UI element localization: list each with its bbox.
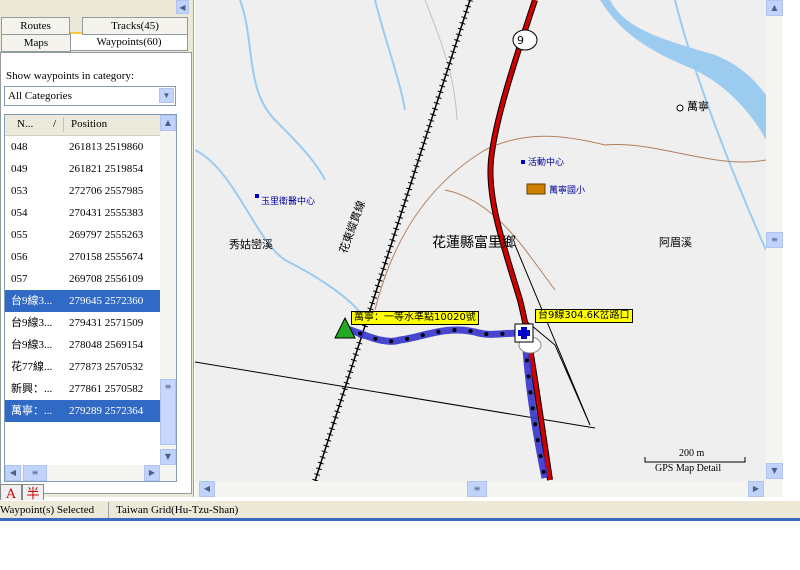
waypoint-name: 056	[11, 251, 28, 263]
category-select[interactable]: All Categories ▼	[4, 86, 176, 106]
poi-yuli-center[interactable]: 玉里衛醫中心	[261, 194, 315, 207]
table-row[interactable]: 花77線... 277873 2570532	[5, 356, 160, 378]
scroll-thumb[interactable]: ≡	[766, 232, 783, 248]
scroll-up-icon[interactable]: ▲	[160, 115, 176, 131]
map-view[interactable]: 9 萬寧 花蓮縣富里鄉 秀姑巒溪 阿眉溪 花東縱貫線 活動中心 萬寧國小 玉里衛…	[195, 0, 766, 481]
column-header-name[interactable]: N...	[17, 118, 33, 130]
contour-line	[424, 0, 458, 121]
waypoint-name: 054	[11, 207, 28, 219]
waypoint-name: 萬寧：...	[11, 405, 53, 417]
waypoint-position: 277873 2570532	[69, 361, 144, 373]
waypoint-position: 261813 2519860	[69, 141, 144, 153]
poi-dot-icon	[255, 194, 259, 198]
table-row[interactable]: 049 261821 2519854	[5, 158, 160, 180]
waypoint-position: 270431 2555383	[69, 207, 144, 219]
list-header: N... / Position	[5, 115, 160, 136]
scroll-up-icon[interactable]: ▲	[766, 0, 783, 16]
waypoint-name: 台9線3...	[11, 339, 53, 351]
waypoint-position: 279431 2571509	[69, 317, 144, 329]
town-dot-icon	[676, 104, 684, 112]
waypoint-name: 台9線3...	[11, 317, 53, 329]
hscroll-thumb[interactable]: ≡	[23, 465, 47, 481]
scroll-down-icon[interactable]: ▼	[160, 449, 176, 465]
bus-school-icon	[526, 183, 546, 195]
scale-detail-label: GPS Map Detail	[655, 463, 722, 474]
category-select-value: All Categories	[8, 90, 72, 102]
hscroll-thumb[interactable]: ≡	[467, 481, 487, 497]
status-bar: Waypoint(s) Selected Taiwan Grid(Hu-Tzu-…	[0, 500, 800, 519]
scale-distance: 200 m	[679, 448, 705, 459]
waypoint-position: 277861 2570582	[69, 383, 144, 395]
map-horizontal-scrollbar[interactable]: ◀ ≡ ▶	[195, 481, 766, 497]
column-divider[interactable]	[63, 117, 64, 132]
table-row[interactable]: 057 269708 2556109	[5, 268, 160, 290]
list-vertical-scrollbar[interactable]: ▲ ≡ ▼	[160, 115, 176, 465]
waypoint-name: 048	[11, 141, 28, 153]
scroll-down-icon[interactable]: ▼	[766, 463, 783, 479]
table-row[interactable]: 台9線3... 279645 2572360	[5, 290, 160, 312]
waypoint-name: 053	[11, 185, 28, 197]
stream-line	[374, 0, 406, 111]
creek-label-amei: 阿眉溪	[659, 236, 692, 249]
status-divider	[108, 502, 109, 518]
stream-line	[239, 0, 326, 181]
poi-activity-center[interactable]: 活動中心	[528, 155, 564, 168]
waypoint-position: 269708 2556109	[69, 273, 144, 285]
table-row[interactable]: 新興：... 277861 2570582	[5, 378, 160, 400]
table-row[interactable]: 053 272706 2557985	[5, 180, 160, 202]
table-row[interactable]: 055 269797 2555263	[5, 224, 160, 246]
town-label-wanning: 萬寧	[687, 100, 709, 113]
waypoint-list[interactable]: N... / Position 048 261813 2519860 049 2618…	[4, 114, 177, 482]
waypoint-position: 261821 2519854	[69, 163, 144, 175]
road-number-label: 9	[517, 34, 524, 47]
waypoint-name: 台9線3...	[11, 295, 53, 307]
table-row[interactable]: 台9線3... 278048 2569154	[5, 334, 160, 356]
table-row[interactable]: 048 261813 2519860	[5, 136, 160, 158]
township-label: 花蓮縣富里鄉	[432, 235, 516, 251]
scroll-right-icon[interactable]: ▶	[748, 481, 764, 497]
status-grid: Taiwan Grid(Hu-Tzu-Shan)	[116, 504, 239, 516]
waypoint-label-tai9[interactable]: 台9線304.6K岔路口	[535, 309, 633, 323]
list-horizontal-scrollbar[interactable]: ◀ ≡ ▶	[5, 465, 176, 481]
waypoint-position: 270158 2555674	[69, 251, 144, 263]
tab-routes[interactable]: Routes	[1, 17, 70, 35]
tab-maps-row2[interactable]: Maps	[1, 34, 71, 52]
category-label: Show waypoints in category:	[6, 70, 135, 82]
tab-tracks[interactable]: Tracks(45)	[82, 17, 188, 35]
waypoint-position: 279289 2572364	[69, 405, 144, 417]
river-area	[600, 0, 766, 140]
table-row[interactable]: 萬寧：... 279289 2572364	[5, 400, 160, 422]
waypoint-name: 花77線...	[11, 361, 53, 373]
stream-line	[674, 0, 766, 251]
map-vertical-scrollbar[interactable]: ▲ ≡ ▼	[766, 0, 783, 497]
scroll-left-icon[interactable]: ◀	[199, 481, 215, 497]
waypoint-name: 057	[11, 273, 28, 285]
chevron-down-icon[interactable]: ▼	[159, 88, 174, 103]
table-row[interactable]: 056 270158 2555674	[5, 246, 160, 268]
scroll-left-icon[interactable]: ◀	[5, 465, 21, 481]
plus-icon	[518, 330, 530, 336]
waypoint-position: 278048 2569154	[69, 339, 144, 351]
creek-label-xiugu: 秀姑巒溪	[229, 238, 273, 251]
waypoint-name: 055	[11, 229, 28, 241]
status-selected: Waypoint(s) Selected	[0, 504, 95, 516]
waypoint-position: 272706 2557985	[69, 185, 144, 197]
waypoint-position: 269797 2555263	[69, 229, 144, 241]
taskbar-edge	[0, 518, 800, 521]
collapse-panel-button[interactable]: ◀	[176, 0, 189, 14]
table-row[interactable]: 台9線3... 279431 2571509	[5, 312, 160, 334]
sort-indicator: /	[53, 118, 57, 130]
table-row[interactable]: 054 270431 2555383	[5, 202, 160, 224]
scroll-right-icon[interactable]: ▶	[144, 465, 160, 481]
poi-dot-icon	[521, 160, 525, 164]
scroll-thumb[interactable]: ≡	[160, 379, 176, 445]
poi-wanning-school[interactable]: 萬寧國小	[549, 183, 585, 196]
boundary-line	[374, 135, 766, 311]
waypoint-name: 049	[11, 163, 28, 175]
waypoint-label-wanning[interactable]: 萬寧：一等水準點10020號	[351, 311, 479, 325]
waypoint-name: 新興：...	[11, 383, 53, 395]
waypoint-position: 279645 2572360	[69, 295, 144, 307]
column-header-position[interactable]: Position	[71, 118, 107, 130]
